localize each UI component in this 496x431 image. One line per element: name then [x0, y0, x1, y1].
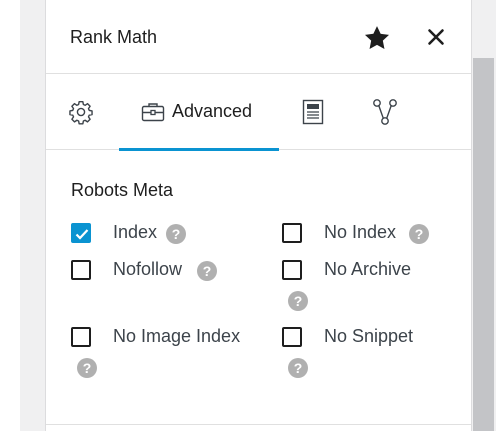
help-icon[interactable]: ? — [288, 291, 308, 311]
nofollow-checkbox[interactable] — [71, 260, 91, 280]
panel-title: Rank Math — [70, 27, 158, 47]
scrollbar-thumb[interactable] — [473, 58, 494, 431]
robots-meta-title: Robots Meta — [71, 180, 174, 200]
index-checkbox[interactable] — [71, 223, 91, 243]
help-icon[interactable]: ? — [166, 224, 186, 244]
close-icon — [428, 29, 444, 45]
noarchive-label: No Archive — [324, 259, 412, 279]
tab-schema[interactable] — [294, 74, 334, 150]
tab-bar: Advanced — [46, 74, 471, 151]
nosnippet-checkbox[interactable] — [282, 327, 302, 347]
document-icon — [302, 99, 324, 125]
tab-advanced-label: Advanced — [172, 101, 253, 121]
scroll-up-strip[interactable] — [20, 0, 57, 431]
robots-option-noarchive[interactable]: No Archive ? — [282, 259, 462, 316]
noarchive-checkbox[interactable] — [282, 260, 302, 280]
robots-option-nofollow[interactable]: Nofollow ? — [71, 259, 251, 286]
checkmark-icon — [75, 229, 89, 240]
tab-general[interactable] — [58, 74, 104, 150]
rank-math-panel: Rank Math Advanced Robots Meta Index ? N… — [45, 0, 471, 431]
noindex-checkbox[interactable] — [282, 223, 302, 243]
share-icon — [373, 99, 397, 125]
robots-option-noimageindex[interactable]: No Image Index ? — [71, 326, 271, 383]
index-label: Index — [113, 222, 158, 242]
left-gutter — [0, 0, 20, 431]
robots-option-noindex[interactable]: No Index ? — [282, 222, 462, 249]
favorite-button[interactable] — [362, 24, 392, 52]
section-divider — [46, 424, 471, 425]
nofollow-label: Nofollow — [113, 259, 183, 279]
gear-icon — [69, 101, 93, 125]
help-icon[interactable]: ? — [409, 224, 429, 244]
noimageindex-label: No Image Index — [113, 326, 241, 346]
active-tab-indicator — [119, 148, 279, 151]
nosnippet-label: No Snippet — [324, 326, 414, 346]
panel-header: Rank Math — [46, 0, 471, 74]
robots-option-nosnippet[interactable]: No Snippet ? — [282, 326, 462, 383]
help-icon[interactable]: ? — [197, 261, 217, 281]
tab-advanced[interactable]: Advanced — [119, 74, 279, 151]
help-icon[interactable]: ? — [288, 358, 308, 378]
star-icon — [364, 26, 390, 49]
robots-option-index[interactable]: Index ? — [71, 222, 241, 249]
help-icon[interactable]: ? — [77, 358, 97, 378]
noindex-label: No Index — [324, 222, 397, 242]
tab-social[interactable] — [364, 74, 408, 150]
close-button[interactable] — [424, 25, 448, 49]
noimageindex-checkbox[interactable] — [71, 327, 91, 347]
toolbox-icon — [141, 103, 165, 122]
